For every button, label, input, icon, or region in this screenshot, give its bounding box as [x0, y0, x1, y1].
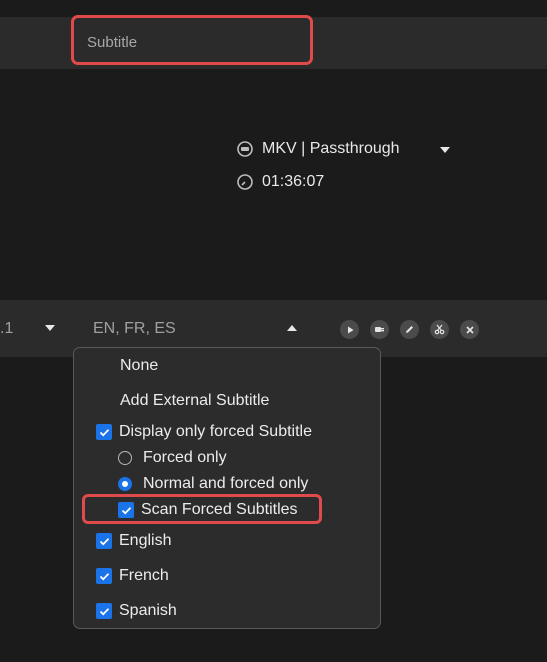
menu-item-add-external[interactable]: Add External Subtitle — [120, 392, 269, 410]
menu-item-normal-and-forced[interactable]: Normal and forced only — [118, 475, 308, 493]
menu-item-none[interactable]: None — [120, 357, 158, 375]
menu-item-forced-only-label: Forced only — [143, 449, 227, 466]
menu-item-spanish-label: Spanish — [119, 602, 177, 619]
radio-selected-icon — [118, 477, 132, 491]
track-dropdown-chevron-icon[interactable] — [45, 325, 55, 331]
close-icon[interactable] — [460, 320, 479, 339]
track-number: .1 — [0, 320, 14, 337]
container-format[interactable]: MKV | Passthrough — [237, 140, 400, 158]
menu-item-french-label: French — [119, 567, 169, 584]
menu-item-display-forced[interactable]: Display only forced Subtitle — [96, 423, 312, 441]
menu-item-spanish[interactable]: Spanish — [96, 602, 177, 620]
menu-item-english-label: English — [119, 532, 172, 549]
radio-unselected-icon — [118, 451, 132, 465]
menu-item-display-forced-label: Display only forced Subtitle — [119, 423, 312, 440]
checkbox-checked-icon — [96, 424, 112, 440]
cut-icon[interactable] — [430, 320, 449, 339]
checkbox-checked-icon — [96, 568, 112, 584]
format-icon — [237, 141, 253, 157]
checkbox-checked-icon — [96, 603, 112, 619]
menu-item-french[interactable]: French — [96, 567, 169, 585]
plugin-icon[interactable] — [370, 320, 389, 339]
duration-row: 01:36:07 — [237, 173, 324, 191]
menu-item-forced-only[interactable]: Forced only — [118, 449, 227, 467]
menu-item-english[interactable]: English — [96, 532, 171, 550]
menu-item-scan-forced[interactable]: Scan Forced Subtitles — [118, 501, 298, 519]
subtitle-input[interactable]: Subtitle — [71, 15, 313, 65]
checkbox-checked-icon — [96, 533, 112, 549]
checkbox-checked-icon — [118, 502, 134, 518]
chevron-up-icon[interactable] — [287, 325, 297, 331]
subtitle-languages-select[interactable]: EN, FR, ES — [93, 320, 176, 338]
edit-icon[interactable] — [400, 320, 419, 339]
subtitle-input-placeholder: Subtitle — [87, 34, 138, 51]
menu-item-scan-forced-label: Scan Forced Subtitles — [141, 501, 298, 518]
container-format-label: MKV | Passthrough — [262, 140, 400, 157]
menu-item-normal-and-forced-label: Normal and forced only — [143, 475, 309, 492]
play-icon[interactable] — [340, 320, 359, 339]
duration-value: 01:36:07 — [262, 173, 325, 190]
subtitle-dropdown-menu: None Add External Subtitle Display only … — [73, 347, 381, 629]
clock-icon — [237, 174, 253, 190]
chevron-down-icon[interactable] — [440, 147, 450, 153]
